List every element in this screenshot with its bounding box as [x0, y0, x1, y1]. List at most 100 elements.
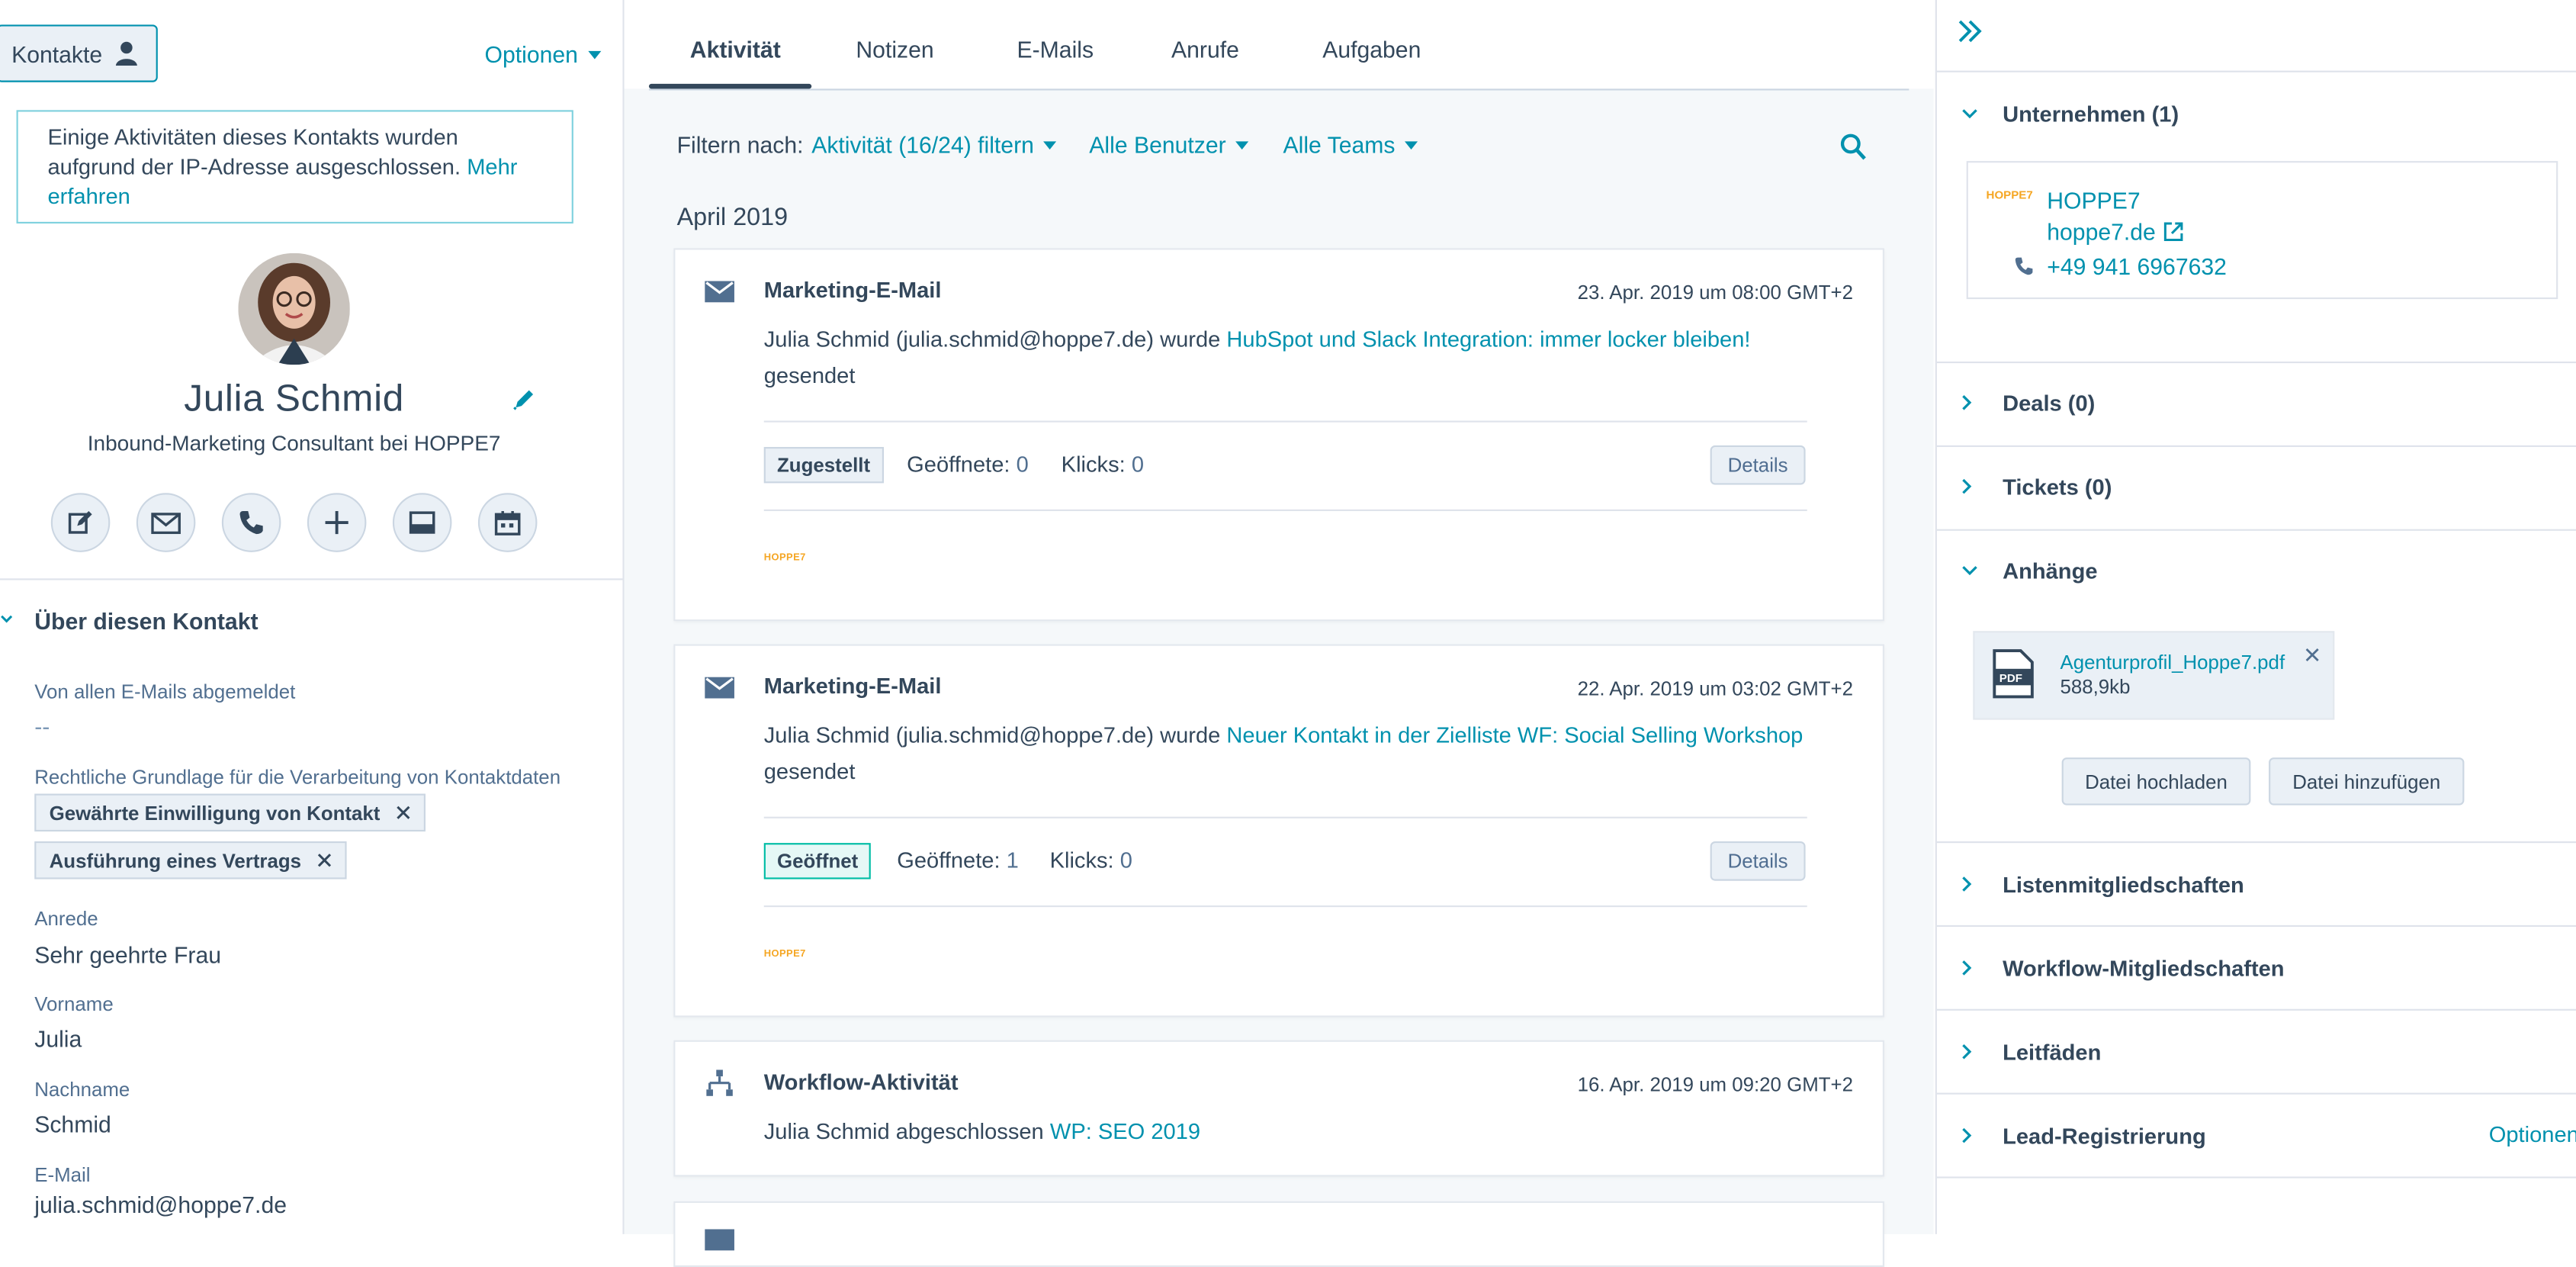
divider: [1936, 529, 2576, 531]
tab-calls[interactable]: Anrufe: [1171, 36, 1239, 62]
status-badge: Zugestellt: [763, 446, 884, 484]
activity-date: 22. Apr. 2019 um 03:02 GMT+2: [1577, 677, 1854, 700]
note-action-button[interactable]: [50, 493, 111, 552]
chevron-right-icon[interactable]: [1961, 478, 1973, 495]
property-value[interactable]: Julia: [34, 1025, 82, 1051]
company-card: HOPPE7 HOPPE7 hoppe7.de +49 941 6967632: [1966, 161, 2558, 300]
email-link[interactable]: Neuer Kontakt in der Zielliste WF: Socia…: [1226, 723, 1803, 748]
users-filter-dropdown[interactable]: Alle Benutzer: [1089, 131, 1249, 158]
divider: [1936, 361, 2576, 364]
tag-label: Ausführung eines Vertrags: [49, 848, 302, 872]
timeline-item[interactable]: Marketing-E-Mail 23. Apr. 2019 um 08:00 …: [673, 248, 1884, 622]
tab-tasks[interactable]: Aufgaben: [1322, 36, 1421, 62]
add-file-button[interactable]: Datei hinzufügen: [2269, 757, 2465, 806]
about-section-title[interactable]: Über diesen Kontakt: [34, 608, 258, 634]
divider: [1936, 925, 2576, 928]
deals-section-title[interactable]: Deals (0): [2003, 391, 2095, 416]
tab-activity[interactable]: Aktivität: [690, 36, 781, 62]
contacts-back-button[interactable]: Kontakte: [0, 24, 158, 82]
divider: [1936, 445, 2576, 447]
activity-date: 16. Apr. 2019 um 09:20 GMT+2: [1577, 1072, 1854, 1096]
description-suffix: gesendet: [763, 759, 856, 784]
property-value[interactable]: julia.schmid@hoppe7.de: [34, 1191, 287, 1217]
teams-filter-dropdown[interactable]: Alle Teams: [1283, 131, 1418, 158]
workflows-section-title[interactable]: Workflow-Mitgliedschaften: [2003, 957, 2284, 981]
playbooks-section-title[interactable]: Leitfäden: [2003, 1040, 2101, 1065]
chevron-down-icon[interactable]: [1961, 565, 1978, 577]
property-value[interactable]: Schmid: [34, 1111, 111, 1137]
active-tab-indicator: [648, 83, 812, 89]
workflow-link[interactable]: WP: SEO 2019: [1050, 1119, 1200, 1143]
activity-type: Marketing-E-Mail: [763, 674, 942, 699]
tickets-section-title[interactable]: Tickets (0): [2003, 475, 2112, 500]
tabs-divider: [648, 88, 1910, 91]
tab-emails[interactable]: E-Mails: [1017, 36, 1094, 62]
property-value[interactable]: Sehr geehrte Frau: [34, 941, 221, 967]
envelope-icon: [151, 512, 181, 534]
chevron-down-icon[interactable]: [0, 615, 13, 625]
remove-attachment-icon[interactable]: [2305, 648, 2319, 662]
details-button[interactable]: Details: [1710, 445, 1806, 485]
caret-down-icon: [1235, 140, 1249, 149]
edit-pencil-icon[interactable]: [512, 387, 535, 410]
company-domain-link[interactable]: hoppe7.de: [2047, 219, 2156, 245]
chevron-right-icon[interactable]: [1961, 1044, 1973, 1060]
envelope-icon: [705, 281, 734, 303]
property-value[interactable]: --: [34, 713, 50, 739]
activity-filter-dropdown[interactable]: Aktivität (16/24) filtern: [811, 131, 1058, 158]
lead-registration-section-title[interactable]: Lead-Registrierung: [2003, 1124, 2206, 1149]
search-icon[interactable]: [1840, 133, 1866, 161]
ip-exclusion-notice: Einige Aktivitäten dieses Kontakts wurde…: [16, 110, 573, 223]
log-activity-button[interactable]: [392, 493, 452, 552]
property-label: Nachname: [34, 1078, 130, 1101]
details-button[interactable]: Details: [1710, 841, 1806, 881]
attachment-item[interactable]: PDF Agenturprofil_Hoppe7.pdf 588,9kb: [1973, 631, 2335, 720]
timeline-item[interactable]: Marketing-E-Mail 22. Apr. 2019 um 03:02 …: [673, 644, 1884, 1018]
chevron-right-icon[interactable]: [1961, 1127, 1973, 1144]
collapse-sidebar-icon[interactable]: [1957, 18, 1983, 44]
legal-basis-tag[interactable]: Ausführung eines Vertrags: [34, 841, 348, 880]
lists-section-title[interactable]: Listenmitgliedschaften: [2003, 873, 2244, 897]
divider: [763, 816, 1807, 818]
opens-stat: Geöffnete: 0: [907, 452, 1029, 476]
lead-options-dropdown[interactable]: Optionen: [2489, 1122, 2576, 1146]
external-link-icon: [2164, 222, 2184, 242]
companies-section-title[interactable]: Unternehmen (1): [2003, 102, 2179, 127]
close-icon[interactable]: [318, 853, 332, 867]
chevron-right-icon[interactable]: [1961, 876, 1973, 892]
property-label: Von allen E-Mails abgemeldet: [34, 680, 296, 704]
attachments-section-title[interactable]: Anhänge: [2003, 558, 2097, 583]
contacts-button-label: Kontakte: [11, 40, 103, 67]
envelope-icon: [705, 677, 734, 699]
timeline-item[interactable]: Workflow-Aktivität 16. Apr. 2019 um 09:2…: [673, 1040, 1884, 1177]
company-domain-row[interactable]: hoppe7.de: [2047, 219, 2183, 245]
company-phone-link[interactable]: +49 941 6967632: [2047, 253, 2227, 279]
opens-label: Geöffnete:: [907, 452, 1010, 477]
chevron-right-icon[interactable]: [1961, 960, 1973, 976]
company-logo: HOPPE7: [1986, 190, 2033, 202]
lead-options-label: Optionen: [2488, 1122, 2576, 1147]
close-icon[interactable]: [397, 806, 411, 820]
avatar: [238, 252, 350, 365]
call-action-button[interactable]: [221, 493, 281, 552]
company-name-link[interactable]: HOPPE7: [2047, 188, 2140, 214]
options-dropdown[interactable]: Optionen: [485, 41, 602, 67]
opens-stat: Geöffnete: 1: [897, 848, 1019, 873]
association-sidebar: Unternehmen (1) HOPPE7 HOPPE7 hoppe7.de …: [1935, 0, 2576, 1234]
chevron-down-icon[interactable]: [1961, 108, 1978, 120]
tag-label: Gewährte Einwilligung von Kontakt: [49, 801, 381, 825]
tab-notes[interactable]: Notizen: [856, 36, 933, 62]
chevron-right-icon[interactable]: [1961, 394, 1973, 411]
status-badge: Geöffnet: [763, 843, 872, 880]
legal-basis-tag[interactable]: Gewährte Einwilligung von Kontakt: [34, 793, 426, 832]
attachment-name-link[interactable]: Agenturprofil_Hoppe7.pdf: [2060, 651, 2285, 674]
add-action-button[interactable]: [307, 493, 367, 552]
phone-icon: [238, 510, 264, 535]
email-action-button[interactable]: [136, 493, 196, 552]
upload-file-button[interactable]: Datei hochladen: [2061, 757, 2251, 806]
contact-name: Julia Schmid: [184, 376, 404, 420]
email-link[interactable]: HubSpot und Slack Integration: immer loc…: [1226, 327, 1750, 352]
note-edit-icon: [67, 510, 93, 535]
meeting-action-button[interactable]: [477, 493, 538, 552]
divider: [763, 905, 1807, 908]
